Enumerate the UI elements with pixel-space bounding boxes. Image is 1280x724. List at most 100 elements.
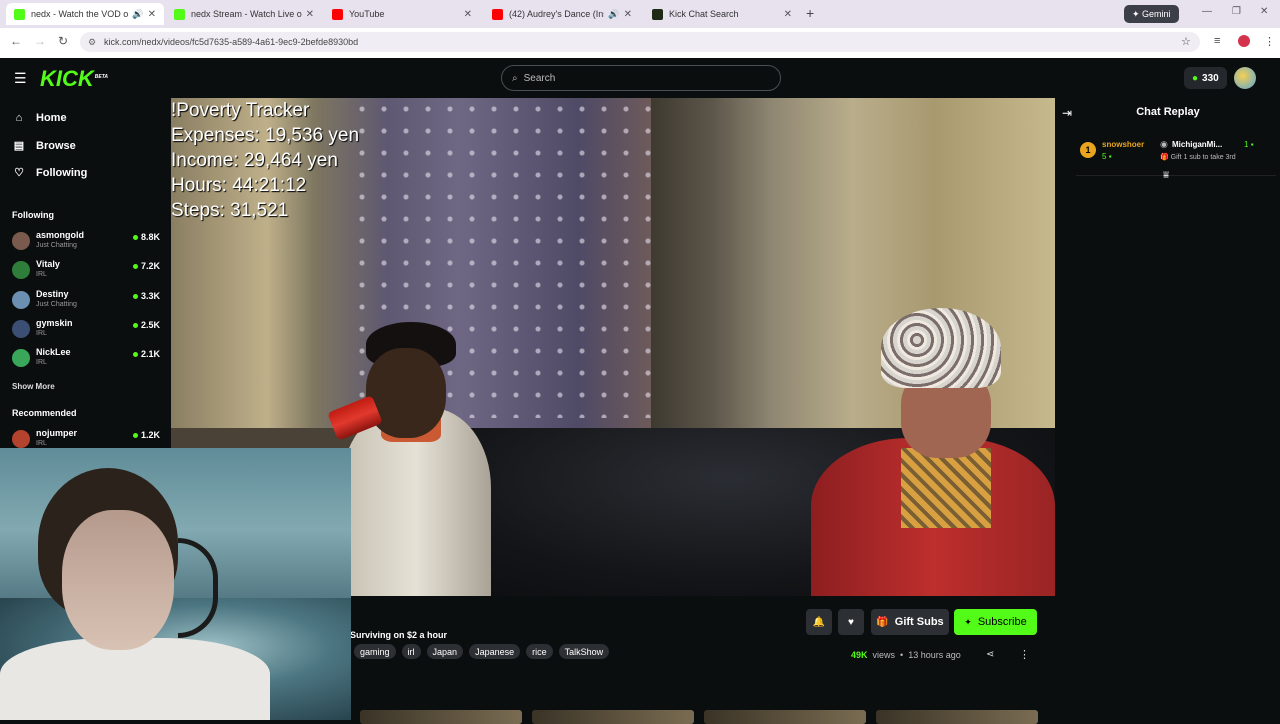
tag[interactable]: rice: [526, 644, 553, 659]
channel-name: asmongold: [36, 230, 85, 240]
top-gifter-name[interactable]: snowshoer: [1102, 140, 1144, 149]
media-controls-icon[interactable]: ≡: [1214, 35, 1220, 47]
kick-favicon-icon: [652, 8, 663, 20]
expand-leaderboard-icon[interactable]: ⩸: [1163, 170, 1169, 181]
follow-button[interactable]: ♥: [838, 609, 864, 635]
user-avatar[interactable]: [1234, 67, 1256, 89]
kick-logo[interactable]: KICKBETA: [40, 66, 108, 92]
channel-item-vitaly[interactable]: Vitaly IRL 7.2K: [12, 257, 162, 283]
vod-thumbnail[interactable]: [532, 710, 694, 724]
heart-icon: ♥: [848, 616, 854, 628]
tag[interactable]: TalkShow: [558, 644, 610, 659]
channel-item-gymskin[interactable]: gymskin IRL 2.5K: [12, 316, 162, 342]
live-dot-icon: [132, 264, 138, 270]
profile-avatar[interactable]: [1238, 35, 1250, 47]
tag[interactable]: Japan: [426, 644, 464, 659]
channel-item-nicklee[interactable]: NickLee IRL 2.1K: [12, 345, 162, 371]
stream-title: Surviving on $2 a hour: [350, 630, 448, 640]
viewer-count-value: 2.5K: [140, 320, 160, 330]
tag[interactable]: Japanese: [469, 644, 521, 659]
minimize-icon[interactable]: —: [1202, 6, 1212, 17]
notification-bell-button[interactable]: 🔔: [806, 609, 832, 635]
channel-item-asmongold[interactable]: asmongold Just Chatting 8.8K: [12, 228, 162, 254]
heart-icon: ♡: [14, 167, 24, 179]
kick-favicon-icon: [174, 8, 185, 20]
beta-badge: BETA: [94, 73, 109, 80]
sidebar-item-home[interactable]: ⌂ Home: [12, 112, 67, 124]
browser-menu-icon[interactable]: ⋮: [1264, 35, 1275, 48]
close-tab-icon[interactable]: ✕: [148, 9, 156, 20]
sidebar-item-following[interactable]: ♡ Following: [12, 166, 87, 180]
gift-icon: 🎁: [876, 616, 889, 628]
tag[interactable]: gaming: [354, 644, 396, 659]
channel-category: IRL: [36, 271, 47, 278]
close-tab-icon[interactable]: ✕: [784, 9, 792, 20]
channel-name: NickLee: [36, 347, 71, 357]
gift-subs-button[interactable]: 🎁 Gift Subs: [871, 609, 949, 635]
youtube-favicon-icon: [492, 8, 503, 20]
site-info-icon[interactable]: ⚙: [88, 37, 96, 48]
more-options-icon[interactable]: ⋮: [1019, 648, 1030, 661]
back-icon[interactable]: ←: [10, 34, 22, 48]
show-more-link[interactable]: Show More: [12, 382, 55, 391]
share-icon[interactable]: ⋖: [986, 649, 994, 660]
forward-icon[interactable]: →: [34, 34, 46, 48]
hamburger-menu-icon[interactable]: ☰: [14, 70, 27, 87]
gift-hint-text: Gift 1 sub to take 3rd: [1170, 154, 1236, 161]
new-tab-button[interactable]: +: [806, 5, 814, 21]
viewer-count-value: 8.8K: [140, 232, 160, 242]
vod-thumbnail[interactable]: [876, 710, 1038, 724]
bookmark-star-icon[interactable]: ☆: [1181, 35, 1191, 48]
sidebar-item-browse[interactable]: ▤ Browse: [12, 139, 76, 153]
search-input[interactable]: ⌕ Search: [501, 65, 781, 91]
browser-tab-3[interactable]: YouTube ✕: [324, 3, 480, 25]
sidebar-item-label: Home: [36, 112, 67, 124]
bell-icon: 🔔: [812, 616, 826, 628]
live-dot-icon: [132, 352, 138, 358]
gemini-button[interactable]: ✦ Gemini: [1124, 5, 1179, 23]
close-tab-icon[interactable]: ✕: [624, 9, 632, 20]
browser-tab-5[interactable]: Kick Chat Search ✕: [644, 3, 800, 25]
kick-points-button[interactable]: ● 330: [1184, 67, 1227, 89]
vod-thumbnail[interactable]: [704, 710, 866, 724]
overlay-line: Income: 29,464 yen: [171, 150, 338, 171]
youtube-favicon-icon: [332, 8, 343, 20]
overlay-line: Expenses: 19,536 yen: [171, 125, 360, 146]
second-gifter-count: 1 ▪: [1244, 140, 1254, 149]
search-icon: ⌕: [512, 72, 518, 84]
close-tab-icon[interactable]: ✕: [464, 9, 472, 20]
top-gifter-count: 5 ▪: [1102, 152, 1112, 161]
avatar: [12, 320, 30, 338]
url-field[interactable]: ⚙ kick.com/nedx/videos/fc5d7635-a589-4a6…: [80, 32, 1200, 52]
avatar: [12, 349, 30, 367]
close-tab-icon[interactable]: ✕: [306, 9, 314, 20]
search-placeholder: Search: [523, 72, 556, 84]
gemini-icon: ✦: [1132, 8, 1143, 19]
maximize-icon[interactable]: ❐: [1232, 6, 1241, 17]
video-person-shirt: [901, 448, 991, 528]
channel-category: IRL: [36, 330, 47, 337]
viewer-count: 1.2K: [132, 430, 160, 440]
speaker-icon[interactable]: 🔊: [132, 9, 143, 20]
vod-thumbnail[interactable]: [360, 710, 522, 724]
close-window-icon[interactable]: ✕: [1260, 6, 1268, 17]
viewer-count: 2.1K: [132, 349, 160, 359]
tag[interactable]: irl: [401, 644, 421, 659]
time-ago: 13 hours ago: [908, 650, 961, 660]
live-dot-icon: [132, 323, 138, 329]
browser-tab-2[interactable]: nedx Stream - Watch Live on Kick ✕: [166, 3, 322, 25]
browser-tab-1[interactable]: nedx - Watch the VOD on Kick 🔊 ✕: [6, 3, 164, 25]
channel-item-destiny[interactable]: Destiny Just Chatting 3.3K: [12, 287, 162, 313]
views-label: views: [872, 650, 896, 660]
reload-icon[interactable]: ↻: [58, 34, 68, 48]
logo-text: KICK: [40, 66, 94, 91]
browse-icon: ▤: [13, 140, 25, 152]
subscribe-button[interactable]: ✦ Subscribe: [954, 609, 1037, 635]
subscribe-label: Subscribe: [977, 616, 1027, 628]
browser-tab-4[interactable]: (42) Audrey's Dance (Instrumental) 🔊 ✕: [484, 3, 640, 25]
following-heading: Following: [12, 210, 54, 220]
speaker-icon[interactable]: 🔊: [608, 9, 619, 20]
viewer-count-value: 3.3K: [140, 291, 160, 301]
related-vods: [360, 710, 1038, 724]
second-gifter-name[interactable]: MichiganMi...: [1172, 140, 1222, 149]
